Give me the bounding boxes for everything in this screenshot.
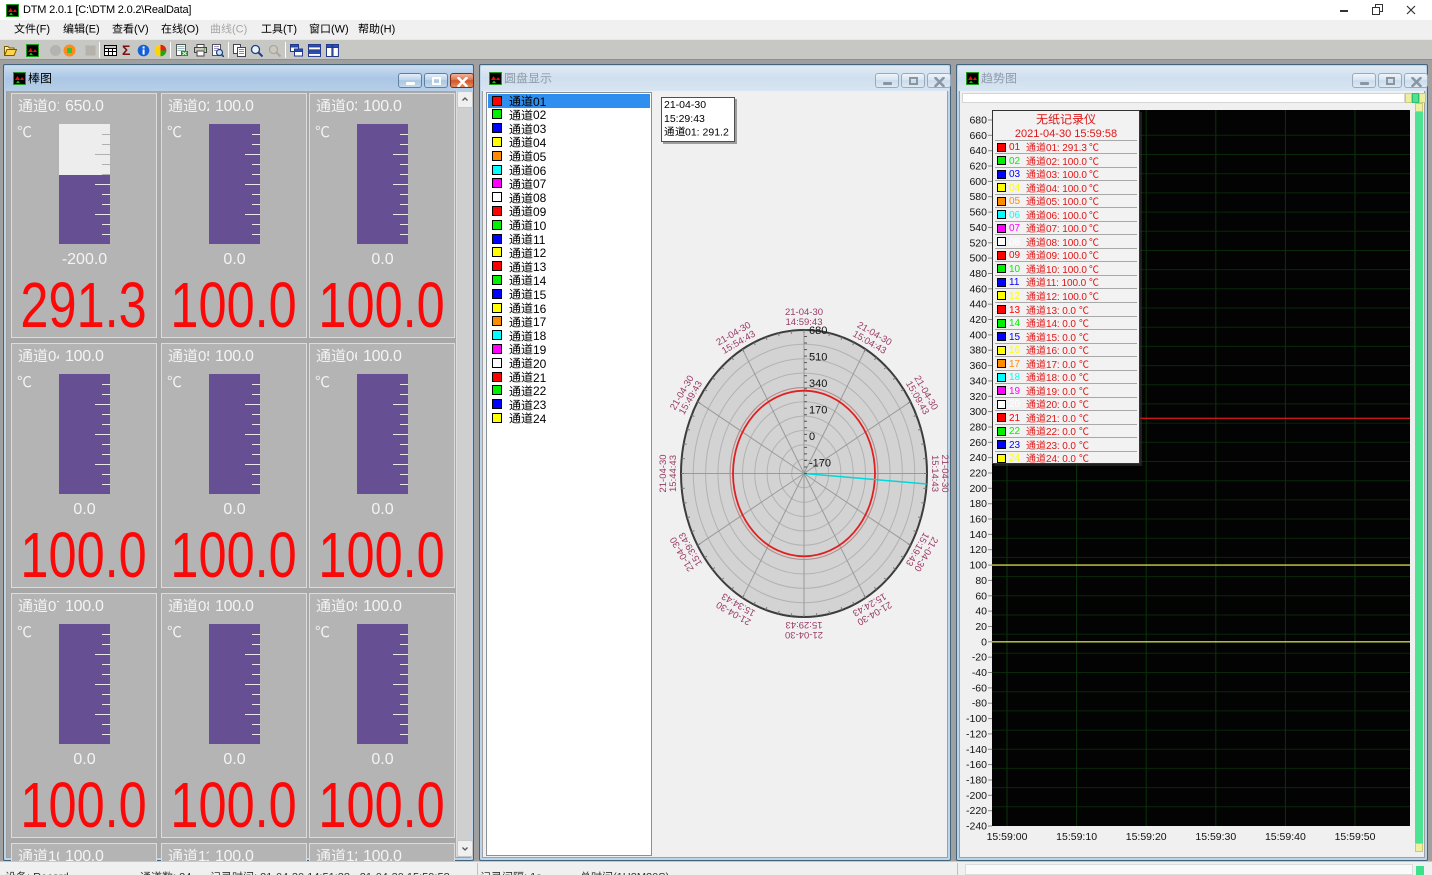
svg-text:15:59:10: 15:59:10 [1056,831,1097,843]
svg-text:660: 660 [969,130,987,142]
svg-text:170: 170 [809,405,827,417]
svg-text:-20: -20 [972,652,987,664]
svg-text:500: 500 [969,253,987,265]
svg-text:120: 120 [969,544,987,556]
svg-text:15:29:43: 15:29:43 [786,619,823,630]
svg-text:560: 560 [969,207,987,219]
svg-text:160: 160 [969,514,987,526]
svg-text:15:59:50: 15:59:50 [1335,831,1376,843]
svg-text:420: 420 [969,314,987,326]
svg-text:-160: -160 [966,759,987,771]
svg-text:15:14:43: 15:14:43 [929,455,940,492]
svg-text:240: 240 [969,452,987,464]
svg-text:480: 480 [969,268,987,280]
svg-text:-170: -170 [809,458,831,470]
svg-text:-40: -40 [972,667,987,679]
svg-text:340: 340 [809,378,827,390]
svg-text:280: 280 [969,422,987,434]
svg-text:-80: -80 [972,698,987,710]
svg-text:-180: -180 [966,775,987,787]
svg-text:-240: -240 [966,821,987,833]
svg-text:540: 540 [969,222,987,234]
svg-text:640: 640 [969,145,987,157]
svg-text:60: 60 [975,590,987,602]
svg-text:400: 400 [969,329,987,341]
svg-text:-120: -120 [966,728,987,740]
svg-text:680: 680 [969,115,987,127]
svg-text:200: 200 [969,483,987,495]
svg-text:300: 300 [969,406,987,418]
svg-text:100: 100 [969,560,987,572]
svg-text:260: 260 [969,437,987,449]
svg-text:15:59:20: 15:59:20 [1126,831,1167,843]
svg-text:15:59:30: 15:59:30 [1195,831,1236,843]
svg-text:0: 0 [981,636,987,648]
svg-text:180: 180 [969,498,987,510]
svg-text:-100: -100 [966,713,987,725]
svg-text:380: 380 [969,345,987,357]
svg-text:-220: -220 [966,805,987,817]
svg-text:0: 0 [809,431,815,443]
svg-text:510: 510 [809,352,827,364]
svg-text:-140: -140 [966,744,987,756]
svg-text:15:59:00: 15:59:00 [987,831,1028,843]
svg-text:580: 580 [969,191,987,203]
svg-text:520: 520 [969,237,987,249]
svg-text:620: 620 [969,161,987,173]
svg-text:-200: -200 [966,790,987,802]
svg-text:600: 600 [969,176,987,188]
svg-text:340: 340 [969,375,987,387]
svg-text:80: 80 [975,575,987,587]
svg-text:14:59:43: 14:59:43 [786,317,823,328]
svg-text:320: 320 [969,391,987,403]
svg-text:40: 40 [975,606,987,618]
svg-text:460: 460 [969,283,987,295]
svg-text:15:44:43: 15:44:43 [668,455,679,492]
svg-text:360: 360 [969,360,987,372]
svg-text:15:59:40: 15:59:40 [1265,831,1306,843]
svg-text:140: 140 [969,529,987,541]
svg-text:440: 440 [969,299,987,311]
svg-text:-60: -60 [972,682,987,694]
svg-text:220: 220 [969,468,987,480]
svg-text:20: 20 [975,621,987,633]
